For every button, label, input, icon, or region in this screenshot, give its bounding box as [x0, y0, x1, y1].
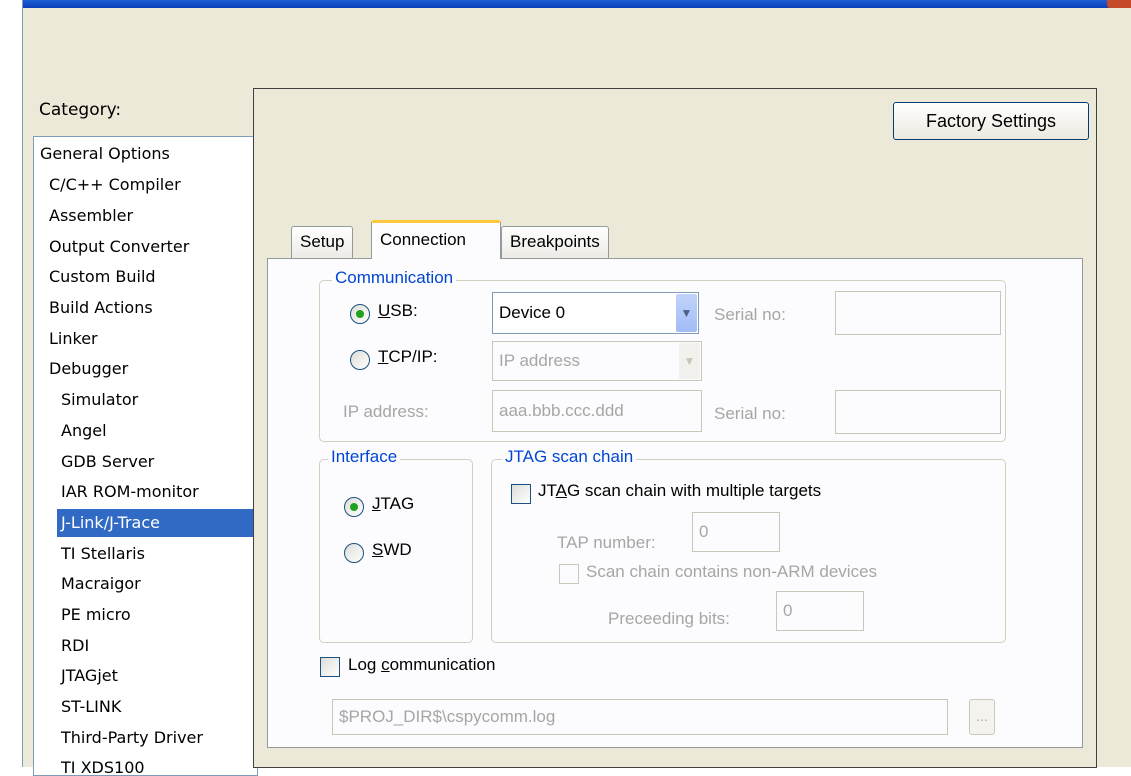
swd-radio[interactable]: [344, 543, 364, 563]
category-item-general-options[interactable]: General Options: [40, 140, 170, 168]
non-arm-devices-checkbox: [559, 564, 579, 584]
category-item-jtagjet[interactable]: JTAGjet: [61, 662, 118, 690]
jtag-label[interactable]: JTAG: [372, 494, 414, 514]
category-item-st-link[interactable]: ST-LINK: [61, 693, 121, 721]
log-communication-label[interactable]: Log communication: [348, 655, 495, 675]
preceeding-bits-label: Preceeding bits:: [608, 609, 730, 628]
tab-setup[interactable]: Setup: [291, 226, 354, 258]
tcpip-label[interactable]: TCP/IP:: [378, 347, 438, 367]
category-item-output-converter[interactable]: Output Converter: [49, 233, 189, 261]
category-item-simulator[interactable]: Simulator: [61, 386, 138, 414]
connection-tab-page: Communication USB: Device 0 ▼ Serial no:…: [267, 258, 1083, 748]
jtag-scan-chain-legend: JTAG scan chain: [502, 447, 637, 467]
ip-address-label: IP address:: [343, 402, 429, 421]
jtag-multiple-targets-label[interactable]: JTAG scan chain with multiple targets: [538, 481, 821, 501]
preceeding-bits-field: 0: [776, 591, 864, 631]
communication-legend: Communication: [332, 268, 457, 288]
tap-number-label: TAP number:: [557, 533, 656, 552]
chevron-down-icon: ▼: [679, 343, 700, 379]
interface-legend: Interface: [328, 447, 401, 467]
category-item-ti-xds100[interactable]: TI XDS100: [61, 754, 145, 775]
category-list[interactable]: General Options C/C++ Compiler Assembler…: [33, 136, 258, 776]
usb-radio[interactable]: [350, 304, 370, 324]
tcpip-radio[interactable]: [350, 350, 370, 370]
category-label: Category:: [39, 100, 122, 120]
factory-settings-button[interactable]: Factory Settings: [893, 102, 1089, 140]
serial-no-field-usb[interactable]: [835, 291, 1001, 335]
category-item-macraigor[interactable]: Macraigor: [61, 570, 141, 598]
title-bar: [23, 0, 1131, 8]
category-item-cpp-compiler[interactable]: C/C++ Compiler: [49, 171, 181, 199]
category-item-ti-stellaris[interactable]: TI Stellaris: [61, 540, 145, 568]
category-item-debugger[interactable]: Debugger: [49, 355, 128, 383]
tap-number-field: 0: [692, 512, 780, 552]
ip-address-field: aaa.bbb.ccc.ddd: [492, 390, 702, 432]
category-item-build-actions[interactable]: Build Actions: [49, 294, 153, 322]
serial-no-field-tcpip: [835, 390, 1001, 434]
non-arm-devices-label: Scan chain contains non-ARM devices: [586, 562, 878, 581]
category-item-assembler[interactable]: Assembler: [49, 202, 133, 230]
usb-label[interactable]: USB:: [378, 301, 418, 321]
serial-no-label-tcpip: Serial no:: [714, 404, 786, 423]
ip-address-combo-value: IP address: [499, 351, 580, 370]
jtag-multiple-targets-checkbox[interactable]: [511, 484, 531, 504]
chevron-down-icon[interactable]: ▼: [676, 294, 697, 332]
device-select[interactable]: Device 0 ▼: [492, 292, 699, 334]
category-item-gdb-server[interactable]: GDB Server: [61, 448, 154, 476]
tab-breakpoints[interactable]: Breakpoints: [501, 226, 609, 258]
category-item-rdi[interactable]: RDI: [61, 632, 89, 660]
browse-log-file-button: ...: [969, 699, 995, 735]
category-item-angel[interactable]: Angel: [61, 417, 107, 445]
device-select-value: Device 0: [499, 303, 566, 322]
swd-label[interactable]: SWD: [372, 540, 412, 560]
category-item-jlink-jtrace[interactable]: J-Link/J-Trace: [57, 509, 253, 537]
category-item-pe-micro[interactable]: PE micro: [61, 601, 131, 629]
category-item-third-party-driver[interactable]: Third-Party Driver: [61, 724, 203, 752]
tab-connection[interactable]: Connection: [371, 220, 501, 259]
log-file-path-field: $PROJ_DIR$\cspycomm.log: [332, 699, 948, 735]
log-communication-checkbox[interactable]: [320, 657, 340, 677]
serial-no-label-usb: Serial no:: [714, 305, 786, 324]
close-button[interactable]: [1107, 0, 1131, 8]
category-item-iar-rom-monitor[interactable]: IAR ROM-monitor: [61, 478, 199, 506]
ip-address-combo: IP address ▼: [492, 341, 702, 381]
jtag-radio[interactable]: [344, 497, 364, 517]
category-item-linker[interactable]: Linker: [49, 325, 98, 353]
category-item-custom-build[interactable]: Custom Build: [49, 263, 156, 291]
